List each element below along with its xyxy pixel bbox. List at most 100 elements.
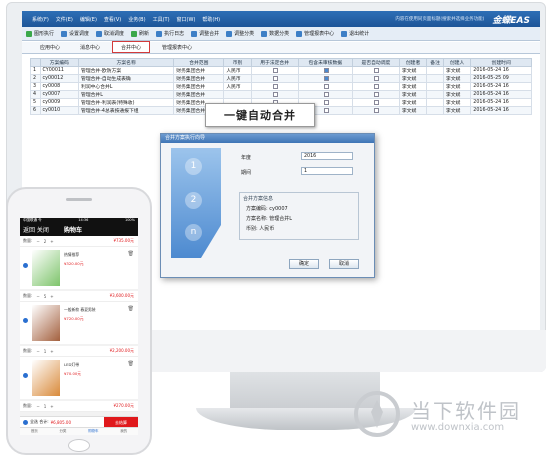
unchecked-checkbox-icon[interactable]: [273, 91, 279, 97]
select-all-checkbox[interactable]: [23, 419, 28, 425]
unchecked-checkbox-icon[interactable]: [374, 75, 380, 81]
menu-tools[interactable]: 工具(T): [153, 16, 170, 23]
trash-icon[interactable]: 🗑: [128, 361, 134, 367]
checkbox-cell: [351, 82, 400, 91]
ok-button[interactable]: 确定: [289, 259, 319, 269]
tab-report-center[interactable]: 管理报表中心: [154, 42, 200, 53]
step-1-icon: 1: [185, 158, 202, 175]
tool-log[interactable]: 执行日志: [156, 30, 184, 37]
menu-edit[interactable]: 编辑(E): [80, 16, 97, 23]
cancel-button[interactable]: 取消: [329, 259, 359, 269]
qty-value[interactable]: 5: [44, 294, 47, 299]
item-checkbox[interactable]: [23, 373, 28, 378]
tool-exit[interactable]: 退出统计: [341, 30, 369, 37]
column-header[interactable]: 币别: [223, 58, 252, 67]
qty-value[interactable]: 2: [44, 239, 47, 244]
table-cell: 李文斌: [398, 98, 428, 107]
unchecked-checkbox-icon[interactable]: [323, 107, 329, 113]
tool-execute[interactable]: 图形执行: [26, 30, 54, 37]
qty-plus-icon[interactable]: +: [50, 294, 53, 299]
menu-system[interactable]: 系统(F): [32, 16, 49, 23]
tool-schedule[interactable]: 设置调度: [61, 30, 89, 37]
menu-view[interactable]: 查看(V): [104, 16, 121, 23]
period-field[interactable]: 1: [301, 167, 353, 175]
back-button[interactable]: 返回 关闭: [23, 225, 49, 234]
nav-cart[interactable]: 购物车: [88, 429, 99, 434]
unchecked-checkbox-icon[interactable]: [273, 75, 279, 81]
cart-item[interactable]: 数量: −2 + ¥735.00元 热情推荐 ¥320.00元 🗑: [20, 236, 138, 289]
qty-minus-icon[interactable]: −: [36, 294, 39, 299]
checkbox-cell: [250, 74, 299, 83]
tab-message-center[interactable]: 消息中心: [72, 42, 108, 53]
unchecked-checkbox-icon[interactable]: [323, 99, 329, 105]
home-button[interactable]: [68, 439, 90, 452]
column-header[interactable]: 方案名称: [78, 58, 175, 67]
qty-minus-icon[interactable]: −: [36, 239, 39, 244]
year-field[interactable]: 2016: [301, 152, 353, 160]
column-header[interactable]: 创建者: [398, 58, 428, 67]
tool-adjust[interactable]: 调整合并: [191, 30, 219, 37]
unchecked-checkbox-icon[interactable]: [323, 83, 329, 89]
checkbox-cell: [297, 82, 353, 91]
column-header[interactable]: 用于法定合并: [250, 58, 299, 67]
qty-minus-icon[interactable]: −: [36, 349, 39, 354]
item-checkbox[interactable]: [23, 263, 28, 268]
qty-minus-icon[interactable]: −: [36, 404, 39, 409]
checked-checkbox-icon[interactable]: [323, 67, 329, 73]
qty-plus-icon[interactable]: +: [50, 404, 53, 409]
search-hint[interactable]: 内容在使用同页面标题(搜索并选择业务功能): [395, 16, 484, 22]
trash-icon[interactable]: 🗑: [128, 251, 134, 257]
tool-classify[interactable]: 调整分类: [226, 30, 254, 37]
cart-item[interactable]: 数量: −1 + ¥2,200.00元 LED灯带 ¥70.00元 🗑: [20, 346, 138, 399]
clock-icon: [61, 30, 68, 37]
table-row[interactable]: 1 CY00011 管理合并-欧防方案 财务集团合并 人民币 李文斌 李文斌 2016-05-…: [30, 66, 532, 75]
unchecked-checkbox-icon[interactable]: [273, 67, 279, 73]
trash-icon[interactable]: 🗑: [128, 306, 134, 312]
column-header[interactable]: 创建人: [442, 58, 472, 67]
table-cell: 李文斌: [442, 66, 472, 75]
unchecked-checkbox-icon[interactable]: [374, 91, 380, 97]
product-row: 热情推荐 ¥320.00元 🗑: [20, 247, 138, 289]
table-cell: [426, 74, 444, 83]
table-row[interactable]: 3 cy0008 利润中心合并L 财务集团合并 人民币 李文斌 李文斌 2016-05-24 …: [30, 82, 532, 91]
qty-plus-icon[interactable]: +: [50, 349, 53, 354]
tool-refresh[interactable]: 刷新: [131, 30, 149, 37]
cart-item[interactable]: 数量: −5 + ¥3,600.00元 一般新款 春夏男装 ¥720.00元 🗑: [20, 291, 138, 344]
column-header[interactable]: 备注: [426, 58, 444, 67]
unchecked-checkbox-icon[interactable]: [323, 91, 329, 97]
unchecked-checkbox-icon[interactable]: [374, 67, 380, 73]
column-header[interactable]: 是否自动调度: [351, 58, 400, 67]
tab-app-center[interactable]: 应用中心: [32, 42, 68, 53]
qty-plus-icon[interactable]: +: [50, 239, 53, 244]
checked-checkbox-icon[interactable]: [323, 75, 329, 81]
cart-item[interactable]: 数量: −1 + ¥270.00元: [20, 401, 138, 412]
nav-category[interactable]: 分类: [59, 429, 66, 434]
unchecked-checkbox-icon[interactable]: [374, 83, 380, 89]
qty-value[interactable]: 1: [44, 404, 47, 409]
menu-bar: 系统(F) 文件(E) 编辑(E) 查看(V) 业务(B) 工具(T) 窗口(W…: [22, 11, 540, 27]
table-row[interactable]: 4 cy0007 管理合并L 财务集团合并 李文斌 李文斌 2016-05-24 16: [30, 90, 532, 99]
column-header[interactable]: 方案编码: [39, 58, 80, 67]
column-header[interactable]: 包含未审核数据: [297, 58, 353, 67]
item-checkbox[interactable]: [23, 318, 28, 323]
menu-business[interactable]: 业务(B): [128, 16, 145, 23]
tab-consolidation-center[interactable]: 合并中心: [112, 41, 151, 53]
tool-report[interactable]: 管理报表中心: [296, 30, 334, 37]
nav-mine[interactable]: 我的: [120, 429, 127, 434]
tool-cancel-schedule[interactable]: 取消调度: [96, 30, 124, 37]
tool-data[interactable]: 数据分类: [261, 30, 289, 37]
qty-value[interactable]: 1: [44, 349, 47, 354]
table-row[interactable]: 2 cy00012 管理合并-自动生成表确 财务集团合并 人民币 李文斌 李文斌 2016-0…: [30, 74, 532, 83]
column-header[interactable]: 创建时间: [470, 58, 532, 67]
cart-total: ¥6,805.00: [50, 419, 71, 425]
column-header[interactable]: 合并范围: [173, 58, 225, 67]
nav-home[interactable]: 首页: [31, 429, 38, 434]
unchecked-checkbox-icon[interactable]: [374, 99, 380, 105]
column-header[interactable]: [30, 58, 41, 67]
menu-window[interactable]: 窗口(W): [177, 16, 196, 23]
menu-help[interactable]: 帮助(H): [202, 16, 220, 23]
table-cell: 管理合并-利润表(特殊收): [78, 98, 175, 107]
unchecked-checkbox-icon[interactable]: [374, 107, 380, 113]
menu-file[interactable]: 文件(E): [56, 16, 73, 23]
unchecked-checkbox-icon[interactable]: [273, 83, 279, 89]
